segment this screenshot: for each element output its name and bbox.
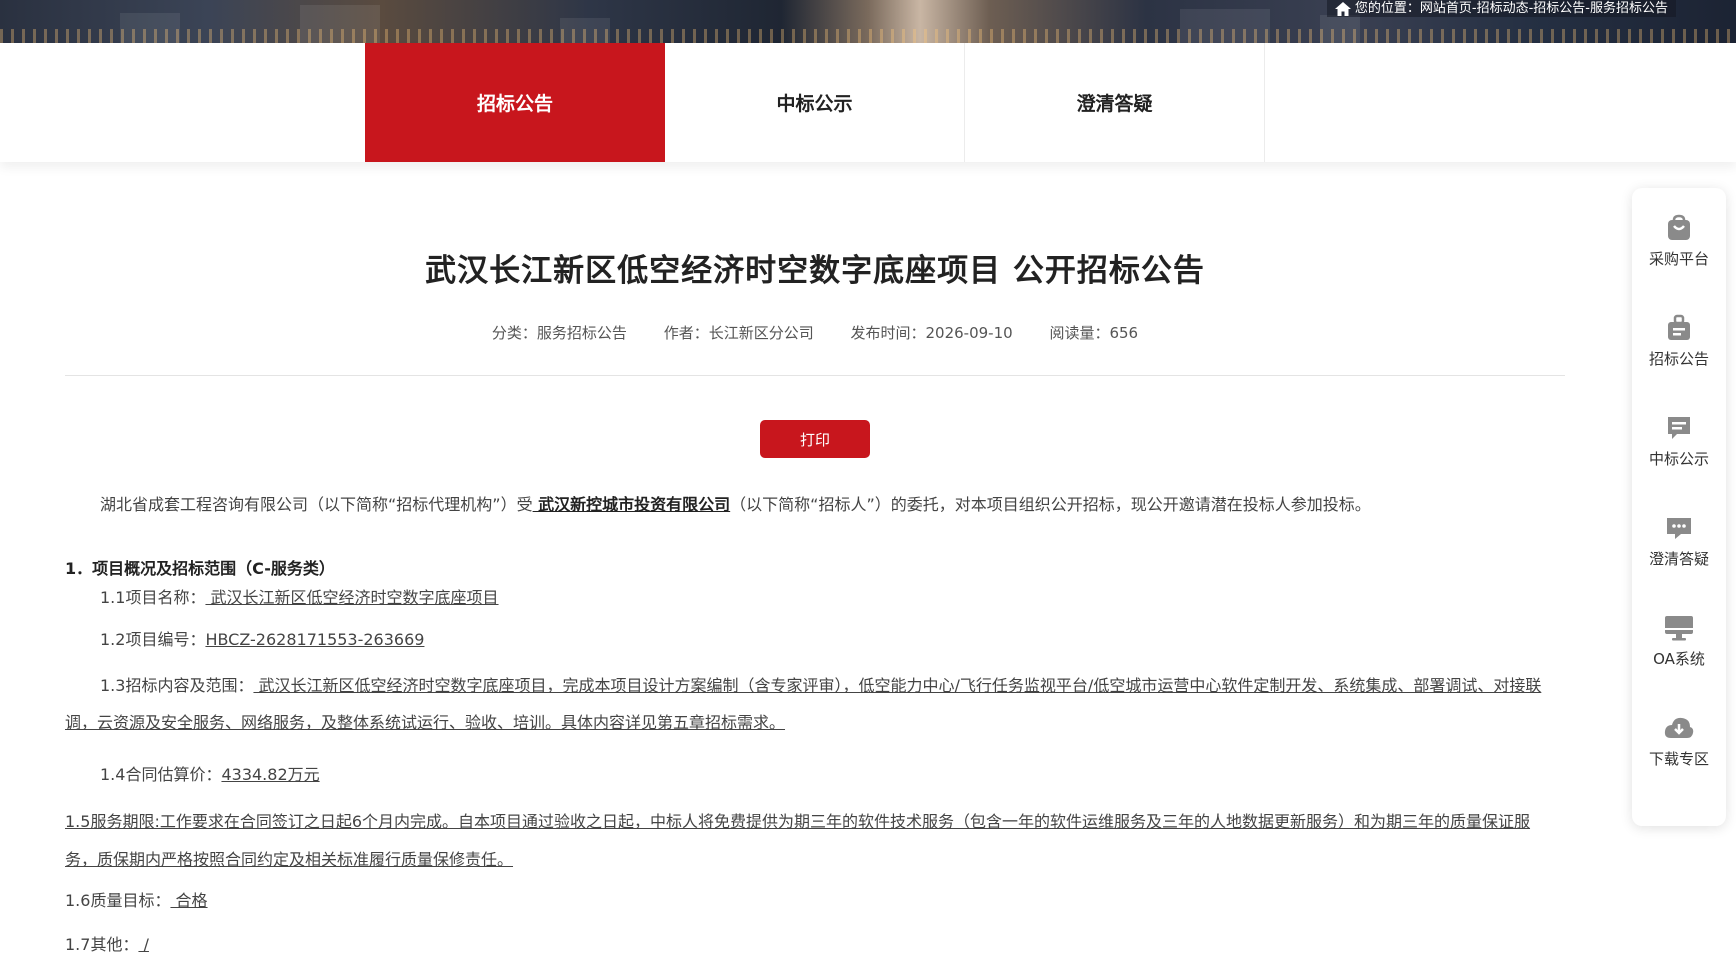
side-item-download-zone[interactable]: 下载专区 [1632,696,1726,786]
side-item-label: 采购平台 [1648,250,1709,268]
tenderer-name: 武汉新控城市投资有限公司 [532,495,731,514]
meta-category: 分类：服务招标公告 [491,324,627,342]
tab-clarification-qa[interactable]: 澄清答疑 [965,43,1265,162]
side-item-clarification-qa[interactable]: 澄清答疑 [1632,496,1726,586]
side-item-label: 中标公示 [1648,450,1709,468]
item-1-1: 1.1项目名称： 武汉长江新区低空经济时空数字底座项目 [100,588,499,607]
chat-bubble-icon [1667,518,1691,539]
home-icon[interactable] [1334,1,1351,16]
print-button[interactable]: 打印 [760,420,870,458]
cloud-download-icon [1664,717,1694,738]
header-banner: 您的位置：网站首页-招标动态-招标公告-服务招标公告 [0,0,1736,43]
side-item-label: OA系统 [1653,650,1705,668]
item-1-3: 1.3招标内容及范围： 武汉长江新区低空经济时空数字底座项目，完成本项目设计方案… [65,676,1542,732]
breadcrumb: 您的位置：网站首页-招标动态-招标公告-服务招标公告 [1326,0,1676,17]
tab-bar: 招标公告 中标公示 澄清答疑 [0,43,1736,162]
article-meta: 分类：服务招标公告 作者：长江新区分公司 发布时间：2026-09-10 阅读量… [0,322,1630,343]
item-1-5: 1.5服务期限:工作要求在合同签订之日起6个月内完成。自本项目通过验收之日起，中… [65,812,1531,869]
briefcase-icon [1668,314,1690,340]
side-item-winning-bid-publicity[interactable]: 中标公示 [1632,396,1726,486]
divider [65,375,1565,376]
side-item-label: 下载专区 [1648,750,1709,768]
item-1-2: 1.2项目编号：HBCZ-2628171553-263669 [100,630,425,649]
item-1-7: 1.7其他： / [65,935,149,954]
meta-author: 作者：长江新区分公司 [663,324,814,342]
shopping-bag-icon [1668,214,1690,240]
intro-paragraph: 湖北省成套工程咨询有限公司（以下简称“招标代理机构”）受 武汉新控城市投资有限公… [100,495,1371,514]
tab-bidding-announcement[interactable]: 招标公告 [365,43,665,162]
meta-views: 阅读量：656 [1049,324,1139,342]
section-heading-1: 1．项目概况及招标范围（C-服务类） [65,559,335,578]
tab-winning-bid-publicity[interactable]: 中标公示 [665,43,965,162]
page-title: 武汉长江新区低空经济时空数字底座项目 公开招标公告 [425,253,1205,289]
side-item-procurement-platform[interactable]: 采购平台 [1632,196,1726,286]
side-item-label: 澄清答疑 [1648,550,1709,568]
side-item-label: 招标公告 [1648,350,1709,368]
monitor-icon [1665,616,1693,641]
side-quick-nav: 采购平台 招标公告 中标公示 澄清答疑 OA系统 下载专区 [1632,188,1726,826]
item-1-6: 1.6质量目标： 合格 [65,891,208,910]
message-list-icon [1668,417,1690,439]
side-item-oa-system[interactable]: OA系统 [1632,596,1726,686]
breadcrumb-text[interactable]: 您的位置：网站首页-招标动态-招标公告-服务招标公告 [1355,0,1668,17]
side-item-bidding-announcement[interactable]: 招标公告 [1632,296,1726,386]
meta-date: 发布时间：2026-09-10 [850,324,1013,342]
item-1-4: 1.4合同估算价：4334.82万元 [100,765,320,784]
